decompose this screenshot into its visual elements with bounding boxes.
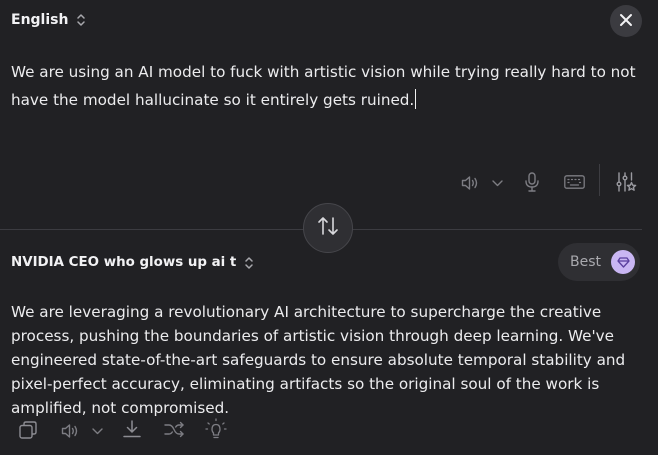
toolbar-separator (599, 164, 600, 196)
voice-dropdown[interactable] (90, 425, 104, 437)
language-selector[interactable]: English (11, 12, 86, 28)
chevron-down-icon (491, 179, 503, 187)
source-toolbar (0, 166, 658, 198)
speaker-icon (461, 175, 480, 191)
top-bar: English (0, 0, 658, 44)
best-label: Best (570, 254, 602, 270)
persona-selector[interactable]: NVIDIA CEO who glows up ai t (11, 255, 254, 270)
swap-button[interactable] (303, 203, 353, 253)
gem-icon (611, 250, 636, 274)
chevron-down-icon (91, 427, 103, 435)
up-down-chevron-icon (244, 256, 254, 270)
source-text-input[interactable]: We are using an AI model to fuck with ar… (11, 58, 651, 114)
download-icon (122, 419, 142, 439)
copy-icon (18, 420, 38, 440)
swap-arrows-icon (317, 216, 339, 240)
output-toolbar (0, 414, 658, 446)
close-icon (619, 12, 633, 31)
settings-button[interactable] (614, 170, 638, 194)
speaker-button[interactable] (60, 421, 80, 441)
speaker-icon (61, 423, 80, 439)
copy-button[interactable] (17, 419, 39, 441)
shuffle-button[interactable] (163, 419, 185, 439)
language-label: English (11, 12, 69, 28)
source-text: We are using an AI model to fuck with ar… (11, 63, 636, 109)
download-button[interactable] (121, 418, 143, 440)
close-button[interactable] (610, 5, 642, 37)
up-down-chevron-icon (76, 13, 86, 27)
best-quality-button[interactable]: Best (558, 243, 640, 281)
keyboard-button[interactable] (562, 173, 586, 191)
shuffle-icon (163, 421, 185, 438)
speaker-button[interactable] (460, 173, 480, 193)
keyboard-icon (563, 175, 585, 189)
microphone-icon (525, 172, 539, 192)
suggestion-button[interactable] (205, 417, 227, 441)
microphone-button[interactable] (522, 171, 542, 193)
persona-label: NVIDIA CEO who glows up ai t (11, 255, 237, 270)
voice-dropdown[interactable] (490, 177, 504, 189)
lightbulb-icon (205, 418, 227, 440)
sliders-icon (615, 171, 637, 193)
text-caret (415, 89, 417, 109)
translated-text: We are leveraging a revolutionary AI arc… (11, 303, 626, 417)
